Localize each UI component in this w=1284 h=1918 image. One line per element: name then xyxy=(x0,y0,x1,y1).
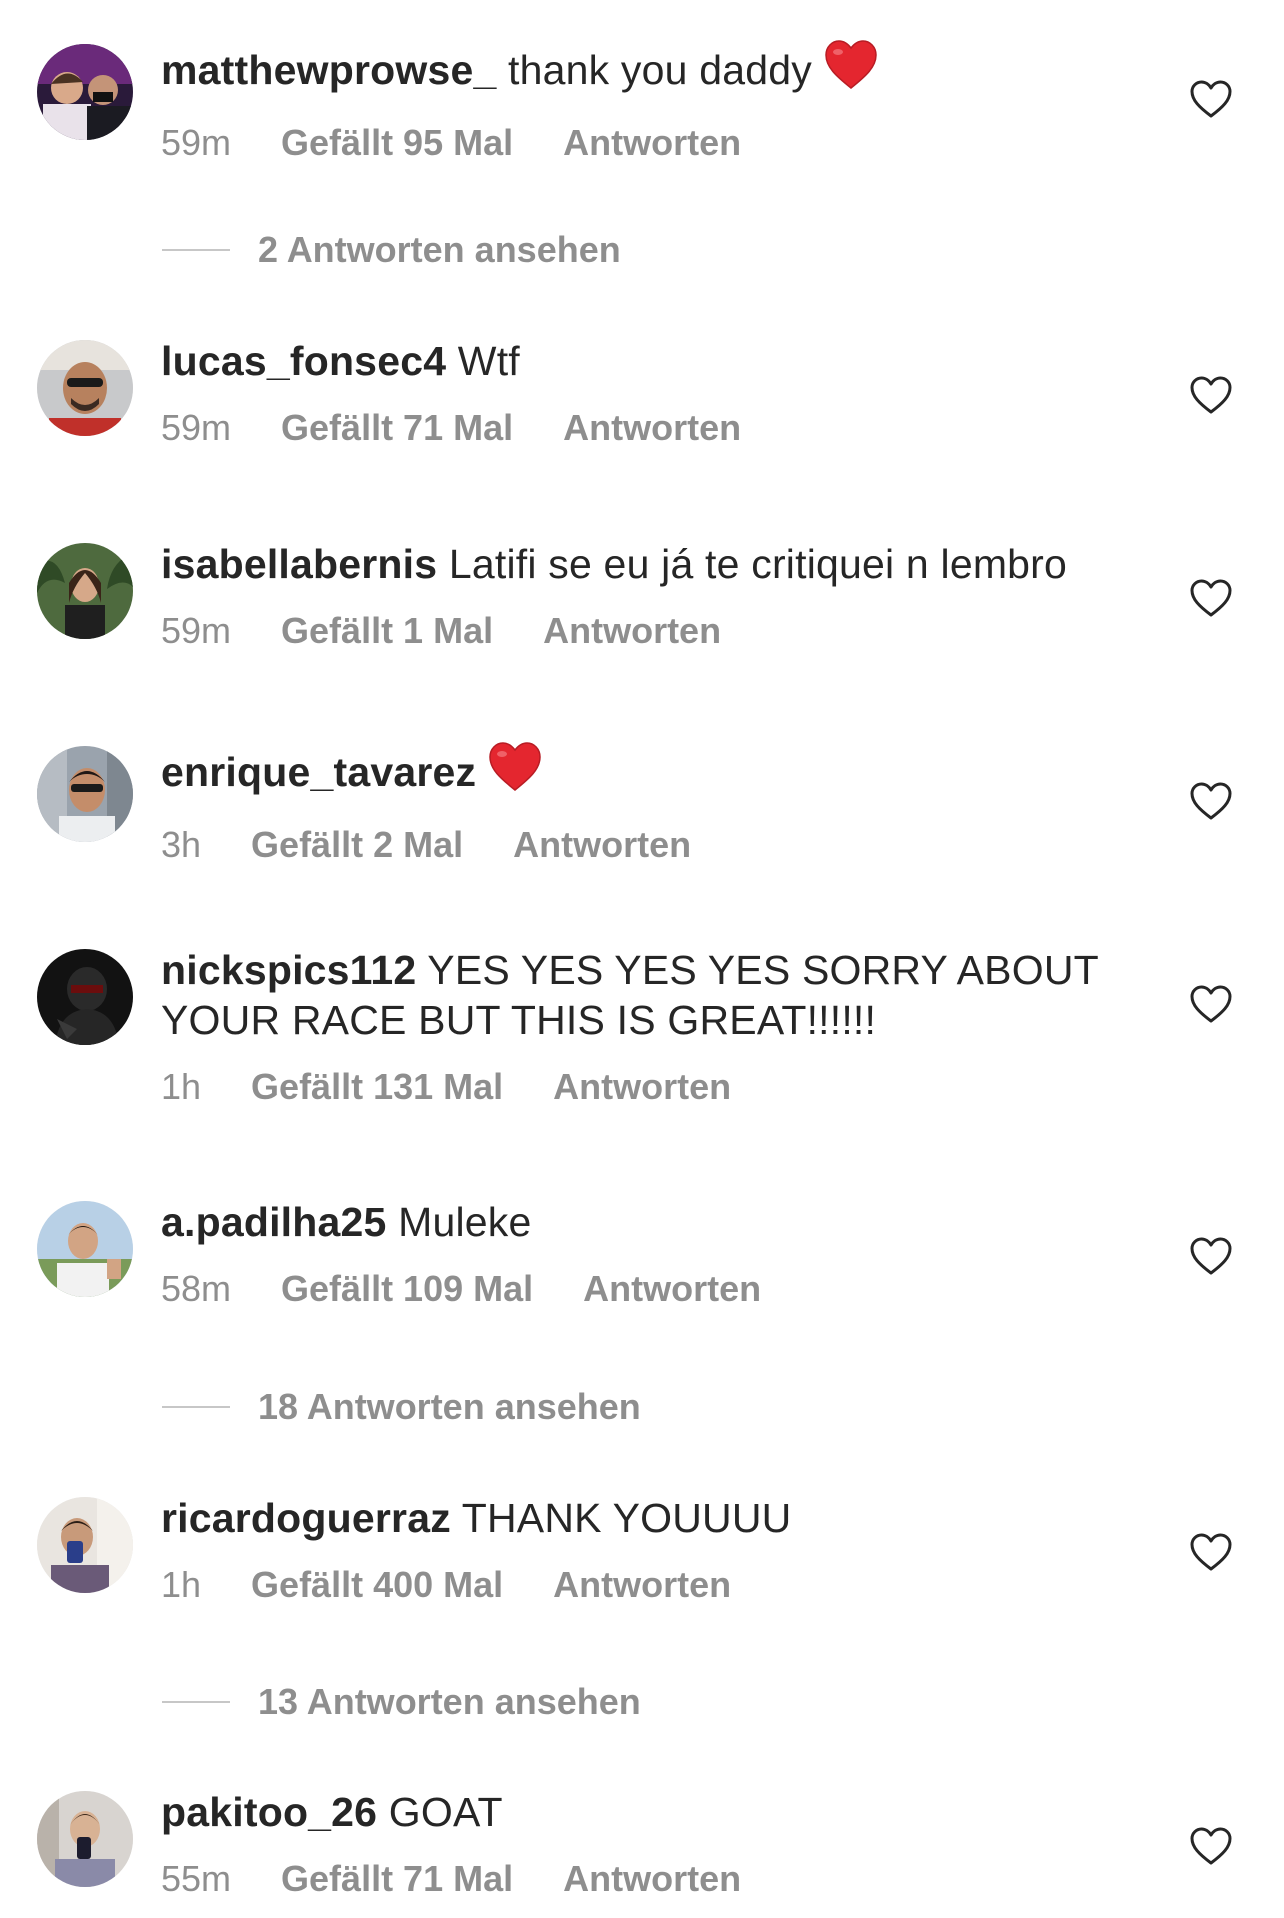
comment-text-line: a.padilha25 Muleke xyxy=(161,1197,1121,1247)
red-heart-emoji-icon xyxy=(488,742,542,803)
avatar[interactable] xyxy=(37,746,133,842)
comment-meta: 1h Gefällt 131 Mal Antworten xyxy=(161,1065,1121,1109)
comment-text: GOAT xyxy=(377,1789,503,1835)
view-replies-label: 18 Antworten ansehen xyxy=(258,1386,641,1427)
comment-username[interactable]: isabellabernis xyxy=(161,541,437,587)
comment-text-continued: YOUR RACE BUT THIS IS GREAT!!!!!! xyxy=(161,997,877,1043)
view-replies-button[interactable]: 2 Antworten ansehen xyxy=(162,226,621,274)
comment-username[interactable]: pakitoo_26 xyxy=(161,1789,377,1835)
comment-body: lucas_fonsec4 Wtf 59m Gefällt 71 Mal Antwo… xyxy=(161,336,1121,450)
view-replies-label: 2 Antworten ansehen xyxy=(258,229,621,270)
comment-text-line: enrique_tavarez xyxy=(161,742,1121,803)
comment-body: isabellabernis Latifi se eu já te critiq… xyxy=(161,539,1121,653)
comment-likes[interactable]: Gefällt 71 Mal xyxy=(281,407,513,448)
avatar[interactable] xyxy=(37,1201,133,1297)
reply-button[interactable]: Antworten xyxy=(563,1858,741,1899)
reply-button[interactable]: Antworten xyxy=(553,1564,731,1605)
comment-time: 55m xyxy=(161,1858,232,1899)
comment-username[interactable]: enrique_tavarez xyxy=(161,749,476,795)
divider xyxy=(162,1701,230,1703)
comment-likes[interactable]: Gefällt 71 Mal xyxy=(281,1858,513,1899)
reply-button[interactable]: Antworten xyxy=(563,407,741,448)
view-replies-button[interactable]: 18 Antworten ansehen xyxy=(162,1383,641,1431)
avatar[interactable] xyxy=(37,1497,133,1593)
comment-text: YES YES YES YES SORRY ABOUT xyxy=(416,947,1099,993)
comment-meta: 58m Gefällt 109 Mal Antworten xyxy=(161,1267,1121,1311)
comment-likes[interactable]: Gefällt 95 Mal xyxy=(281,122,513,163)
divider xyxy=(162,249,230,251)
heart-outline-icon[interactable] xyxy=(1189,781,1233,821)
comment-text: THANK YOUUUU xyxy=(450,1495,792,1541)
comment-time: 1h xyxy=(161,1066,202,1107)
comment-text-line: pakitoo_26 GOAT xyxy=(161,1787,1121,1837)
comment-meta: 3h Gefällt 2 Mal Antworten xyxy=(161,823,1121,867)
comment-body: ricardoguerraz THANK YOUUUU 1h Gefällt 40… xyxy=(161,1493,1121,1607)
reply-button[interactable]: Antworten xyxy=(513,824,691,865)
comment-likes[interactable]: Gefällt 131 Mal xyxy=(251,1066,503,1107)
comment-time: 59m xyxy=(161,122,232,163)
comment-time: 59m xyxy=(161,610,232,651)
comment-meta: 59m Gefällt 71 Mal Antworten xyxy=(161,406,1121,450)
avatar[interactable] xyxy=(37,340,133,436)
heart-outline-icon[interactable] xyxy=(1189,1532,1233,1572)
comment-username[interactable]: nickspics112 xyxy=(161,947,416,993)
avatar[interactable] xyxy=(37,949,133,1045)
comment-text: thank you daddy xyxy=(496,47,812,93)
comment-username[interactable]: a.padilha25 xyxy=(161,1199,387,1245)
comment-text-line: ricardoguerraz THANK YOUUUU xyxy=(161,1493,1121,1543)
divider xyxy=(162,1406,230,1408)
red-heart-emoji-icon xyxy=(824,40,878,101)
avatar[interactable] xyxy=(37,1791,133,1887)
reply-button[interactable]: Antworten xyxy=(553,1066,731,1107)
comment-time: 58m xyxy=(161,1268,232,1309)
comment-likes[interactable]: Gefällt 2 Mal xyxy=(251,824,463,865)
comment-body: matthewprowse_ thank you daddy 59m Gefäll… xyxy=(161,40,1121,165)
comment-text-line: nickspics112 YES YES YES YES SORRY ABOUT xyxy=(161,945,1121,995)
comment-text-line: matthewprowse_ thank you daddy xyxy=(161,40,1121,101)
comment-username[interactable]: matthewprowse_ xyxy=(161,47,496,93)
comment-likes[interactable]: Gefällt 1 Mal xyxy=(281,610,493,651)
heart-outline-icon[interactable] xyxy=(1189,578,1233,618)
comment-list: matthewprowse_ thank you daddy 59m Gefäll… xyxy=(0,0,1284,1918)
reply-button[interactable]: Antworten xyxy=(583,1268,761,1309)
heart-outline-icon[interactable] xyxy=(1189,375,1233,415)
reply-button[interactable]: Antworten xyxy=(543,610,721,651)
comment-text-line-2: YOUR RACE BUT THIS IS GREAT!!!!!! xyxy=(161,995,1121,1045)
comment-username[interactable]: ricardoguerraz xyxy=(161,1495,451,1541)
comment-body: a.padilha25 Muleke 58m Gefällt 109 Mal Ant… xyxy=(161,1197,1121,1311)
avatar[interactable] xyxy=(37,44,133,140)
comment-text: Latifi se eu já te critiquei n lembro xyxy=(437,541,1068,587)
comment-time: 59m xyxy=(161,407,232,448)
view-replies-button[interactable]: 13 Antworten ansehen xyxy=(162,1678,641,1726)
comment-likes[interactable]: Gefällt 109 Mal xyxy=(281,1268,533,1309)
avatar[interactable] xyxy=(37,543,133,639)
comment-username[interactable]: lucas_fonsec4 xyxy=(161,338,446,384)
comment-meta: 1h Gefällt 400 Mal Antworten xyxy=(161,1563,1121,1607)
comment-meta: 59m Gefällt 1 Mal Antworten xyxy=(161,609,1121,653)
comment-body: pakitoo_26 GOAT 55m Gefällt 71 Mal Antwort… xyxy=(161,1787,1121,1901)
heart-outline-icon[interactable] xyxy=(1189,1826,1233,1866)
comment-text-line: isabellabernis Latifi se eu já te critiq… xyxy=(161,539,1121,589)
reply-button[interactable]: Antworten xyxy=(563,122,741,163)
heart-outline-icon[interactable] xyxy=(1189,79,1233,119)
comment-text: Wtf xyxy=(446,338,520,384)
comment-meta: 55m Gefällt 71 Mal Antworten xyxy=(161,1857,1121,1901)
comment-time: 3h xyxy=(161,824,202,865)
comment-time: 1h xyxy=(161,1564,202,1605)
heart-outline-icon[interactable] xyxy=(1189,984,1233,1024)
heart-outline-icon[interactable] xyxy=(1189,1236,1233,1276)
comment-text: Muleke xyxy=(386,1199,532,1245)
view-replies-label: 13 Antworten ansehen xyxy=(258,1681,641,1722)
comment-likes[interactable]: Gefällt 400 Mal xyxy=(251,1564,503,1605)
comment-text-line: lucas_fonsec4 Wtf xyxy=(161,336,1121,386)
comment-body: enrique_tavarez 3h Gefällt 2 Mal Antworten xyxy=(161,742,1121,867)
comment-meta: 59m Gefällt 95 Mal Antworten xyxy=(161,121,1121,165)
comment-body: nickspics112 YES YES YES YES SORRY ABOUT… xyxy=(161,945,1121,1109)
